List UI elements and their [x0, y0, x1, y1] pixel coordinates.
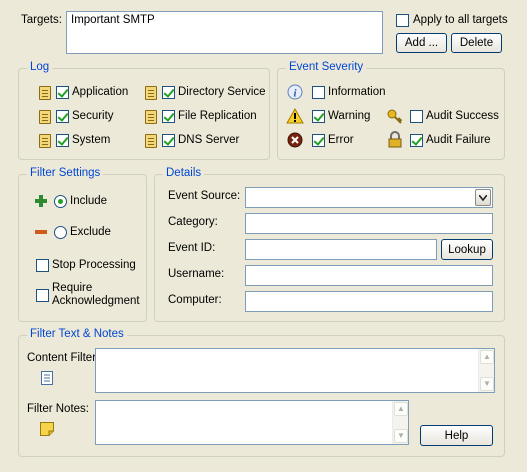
log-file-replication-checkbox[interactable]	[162, 110, 175, 123]
require-ack-label-line1: Require	[52, 282, 93, 294]
log-book-icon	[145, 86, 157, 100]
username-label: Username:	[168, 268, 225, 280]
delete-button[interactable]: Delete	[451, 33, 502, 53]
targets-label: Targets:	[21, 14, 62, 26]
log-file-replication-label: File Replication	[178, 110, 257, 122]
scroll-up-icon[interactable]: ▲	[394, 402, 408, 416]
log-book-icon	[39, 86, 51, 100]
key-icon	[387, 109, 403, 124]
log-security-checkbox[interactable]	[56, 110, 69, 123]
content-filter-label: Content Filter:	[27, 352, 100, 364]
username-input[interactable]	[245, 265, 493, 286]
filter-notes-scrollbar[interactable]: ▲ ▼	[392, 401, 408, 444]
require-ack-label-line2: Acknowledgment	[52, 295, 140, 307]
log-book-icon	[145, 110, 157, 124]
computer-label: Computer:	[168, 294, 222, 306]
log-legend: Log	[27, 61, 53, 73]
details-legend: Details	[163, 167, 205, 179]
event-id-input[interactable]	[245, 239, 437, 260]
log-directory-service-checkbox[interactable]	[162, 86, 175, 99]
document-icon	[41, 371, 53, 385]
include-label: Include	[70, 195, 108, 207]
log-system-label: System	[72, 134, 111, 146]
log-system-checkbox[interactable]	[56, 134, 69, 147]
stop-processing-checkbox[interactable]	[36, 259, 49, 272]
event-id-label: Event ID:	[168, 242, 216, 254]
lock-icon	[388, 131, 402, 148]
scroll-down-icon[interactable]: ▼	[394, 429, 408, 443]
sticky-note-icon	[40, 422, 54, 436]
lookup-button[interactable]: Lookup	[441, 239, 493, 260]
content-filter-textarea[interactable]: ▲ ▼	[95, 348, 495, 393]
log-book-icon	[145, 134, 157, 148]
apply-all-label: Apply to all targets	[413, 14, 508, 26]
log-dns-server-checkbox[interactable]	[162, 134, 175, 147]
exclude-radio[interactable]	[54, 226, 67, 239]
log-application-label: Application	[72, 86, 129, 98]
filter-text-notes-legend: Filter Text & Notes	[27, 328, 127, 340]
require-ack-checkbox[interactable]	[36, 289, 49, 302]
filter-notes-label: Filter Notes:	[27, 403, 89, 415]
severity-error-label: Error	[328, 134, 354, 146]
severity-audit-success-checkbox[interactable]	[410, 110, 423, 123]
log-security-label: Security	[72, 110, 114, 122]
add-button[interactable]: Add ...	[396, 33, 447, 53]
severity-warning-label: Warning	[328, 110, 371, 122]
filter-settings-legend: Filter Settings	[27, 167, 104, 179]
log-application-checkbox[interactable]	[56, 86, 69, 99]
event-source-label: Event Source:	[168, 190, 241, 202]
severity-error-checkbox[interactable]	[312, 134, 325, 147]
severity-information-checkbox[interactable]	[312, 86, 325, 99]
log-directory-service-label: Directory Service	[178, 86, 266, 98]
scroll-down-icon[interactable]: ▼	[480, 377, 494, 391]
exclude-label: Exclude	[70, 226, 111, 238]
severity-audit-failure-label: Audit Failure	[426, 134, 491, 146]
warning-icon	[286, 108, 304, 124]
category-label: Category:	[168, 216, 218, 228]
category-input[interactable]	[245, 213, 493, 234]
plus-icon	[35, 195, 47, 207]
targets-field[interactable]: Important SMTP	[66, 11, 383, 54]
severity-information-label: Information	[328, 86, 386, 98]
filter-notes-textarea[interactable]: ▲ ▼	[95, 400, 409, 445]
info-icon: i	[287, 84, 303, 100]
error-icon	[287, 132, 303, 148]
severity-audit-success-label: Audit Success	[426, 110, 499, 122]
targets-value: Important SMTP	[71, 14, 155, 26]
severity-audit-failure-checkbox[interactable]	[410, 134, 423, 147]
event-severity-legend: Event Severity	[286, 61, 367, 73]
log-dns-server-label: DNS Server	[178, 134, 240, 146]
log-book-icon	[39, 134, 51, 148]
computer-input[interactable]	[245, 291, 493, 312]
minus-icon	[35, 230, 47, 234]
help-button[interactable]: Help	[420, 425, 493, 446]
apply-all-checkbox[interactable]	[396, 14, 409, 27]
event-source-dropdown[interactable]	[245, 187, 493, 208]
log-book-icon	[39, 110, 51, 124]
scroll-up-icon[interactable]: ▲	[480, 350, 494, 364]
include-radio[interactable]	[54, 195, 67, 208]
stop-processing-label: Stop Processing	[52, 259, 136, 271]
content-filter-scrollbar[interactable]: ▲ ▼	[478, 349, 494, 392]
chevron-down-icon[interactable]	[475, 189, 491, 206]
severity-warning-checkbox[interactable]	[312, 110, 325, 123]
